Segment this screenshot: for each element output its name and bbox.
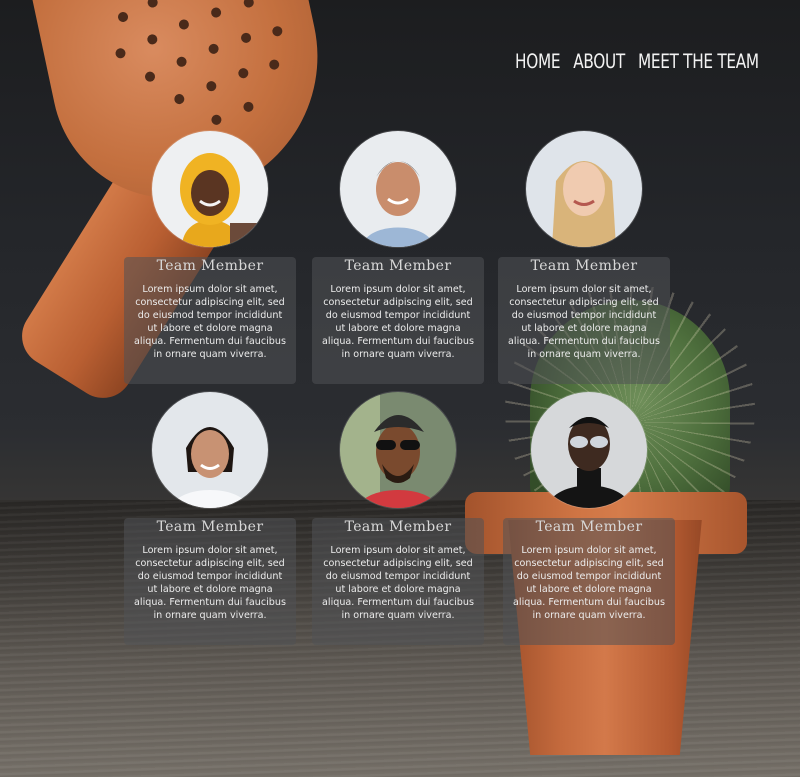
member-title: Team Member xyxy=(344,258,452,274)
member-title: Team Member xyxy=(530,258,638,274)
member-info-panel: Team Member Lorem ipsum dolor sit amet, … xyxy=(124,518,296,645)
member-description: Lorem ipsum dolor sit amet, consectetur … xyxy=(508,284,660,360)
member-avatar xyxy=(340,131,456,247)
member-info-panel: Team Member Lorem ipsum dolor sit amet, … xyxy=(503,518,675,645)
nav-meet-the-team-link[interactable]: MEET THE TEAM xyxy=(638,51,759,74)
member-description: Lorem ipsum dolor sit amet, consectetur … xyxy=(322,284,474,360)
member-avatar xyxy=(152,392,268,508)
member-avatar xyxy=(526,131,642,247)
top-navigation: HOME ABOUT MEET THE TEAM xyxy=(515,51,759,74)
member-info-panel: Team Member Lorem ipsum dolor sit amet, … xyxy=(498,257,670,384)
nav-home-link[interactable]: HOME xyxy=(515,51,561,74)
member-title: Team Member xyxy=(535,519,643,535)
nav-about-link[interactable]: ABOUT xyxy=(573,51,625,74)
member-avatar xyxy=(340,392,456,508)
member-title: Team Member xyxy=(156,258,264,274)
member-info-panel: Team Member Lorem ipsum dolor sit amet, … xyxy=(312,257,484,384)
member-description: Lorem ipsum dolor sit amet, consectetur … xyxy=(134,545,286,621)
member-avatar xyxy=(531,392,647,508)
member-description: Lorem ipsum dolor sit amet, consectetur … xyxy=(513,545,665,621)
member-info-panel: Team Member Lorem ipsum dolor sit amet, … xyxy=(124,257,296,384)
member-title: Team Member xyxy=(344,519,452,535)
member-description: Lorem ipsum dolor sit amet, consectetur … xyxy=(322,545,474,621)
member-title: Team Member xyxy=(156,519,264,535)
member-description: Lorem ipsum dolor sit amet, consectetur … xyxy=(134,284,286,360)
member-info-panel: Team Member Lorem ipsum dolor sit amet, … xyxy=(312,518,484,645)
member-avatar xyxy=(152,131,268,247)
